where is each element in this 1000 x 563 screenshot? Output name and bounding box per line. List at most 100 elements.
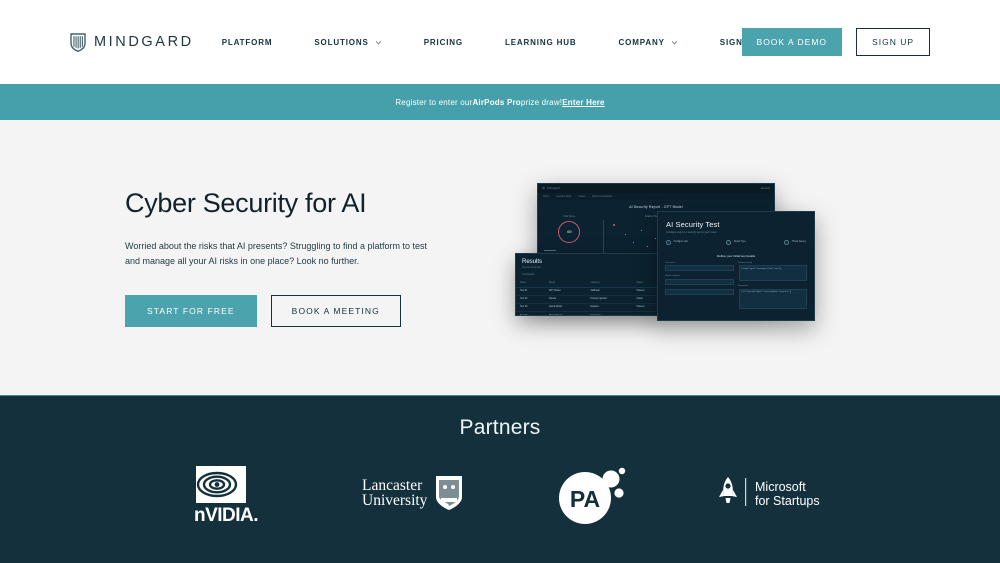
test-step-threat-survey[interactable]: Threat Survey <box>784 239 806 245</box>
nav-item-company-label: COMPANY <box>618 37 665 47</box>
test-panel-heading: AI Security Test <box>666 219 720 229</box>
table-row[interactable]: Test 03 Llama Model Evasion Passed <box>516 303 662 313</box>
nav-item-pricing-label: PRICING <box>423 37 463 47</box>
column-header-model: Model <box>544 279 587 288</box>
chevron-down-icon <box>671 40 678 44</box>
top-navigation-bar: MINDGARD PLATFORM SOLUTIONS PRICING LEAR… <box>0 0 1000 84</box>
step-label: Threat Survey <box>791 241 806 243</box>
results-panel: Results Test run summary Test Details Na… <box>515 252 663 316</box>
field-label-test-name: Test name <box>665 261 676 264</box>
partner-logo-nvidia: nVIDIA. <box>180 464 272 524</box>
nav-item-company[interactable]: COMPANY <box>619 38 678 47</box>
cell-name: Test 01 <box>516 287 545 296</box>
scatter-point <box>612 223 616 227</box>
test-name-input[interactable] <box>665 265 734 271</box>
table-row[interactable]: Test 01 GPT Model Jailbreak Passed <box>516 287 662 296</box>
nav-item-pricing[interactable]: PRICING <box>424 38 463 47</box>
dashboard-tab-assets[interactable]: Assets <box>578 195 585 198</box>
test-form-left-column: Test name Model endpoint <box>665 262 734 313</box>
scatter-point <box>646 245 649 248</box>
cell-category: Extraction <box>586 311 633 315</box>
field-label-response: Response <box>738 285 749 287</box>
results-table: Name Model Category Status Test 01 GPT M… <box>516 279 662 315</box>
partner-logo-pa-consulting: PA <box>556 462 626 526</box>
table-header-row: Name Model Category Status <box>516 279 662 288</box>
results-subheading: Test run summary <box>522 265 541 269</box>
hero-subtitle: Worried about the risks that AI presents… <box>125 241 427 267</box>
column-header-name: Name <box>516 279 545 288</box>
field-label-request-body: Request body <box>738 261 753 264</box>
pa-wordmark: PA <box>570 486 600 512</box>
scatter-point <box>624 233 627 236</box>
shield-icon <box>70 32 86 52</box>
ai-security-test-panel: AI Security Test Configure and run a sec… <box>657 210 815 321</box>
hero-title: Cyber Security for AI <box>125 188 367 219</box>
promo-banner: Register to enter our AirPods Pro prize … <box>0 84 1000 120</box>
microsoft-for-startups-logo-icon: Microsoft for Startups <box>719 477 820 508</box>
response-code: {"id":"chatcmpl","object":"chat.completi… <box>741 291 792 293</box>
partner-logo-microsoft-for-startups: Microsoft for Startups <box>716 474 820 514</box>
cell-name: Test 04 <box>516 311 545 315</box>
partner-logo-lancaster-university: Lancaster University <box>362 471 466 517</box>
request-body-code: {"model":"gpt-4","messages":[{"role":"us… <box>741 267 781 270</box>
chevron-down-icon <box>375 40 381 44</box>
cell-category: Jailbreak <box>586 287 633 296</box>
dashboard-tab-recommendations[interactable]: Recommendations <box>592 195 612 198</box>
promo-highlight: AirPods Pro <box>472 97 521 107</box>
nav-item-solutions-label: SOLUTIONS <box>314 37 369 47</box>
column-header-category: Category <box>586 279 633 288</box>
promo-enter-here-link[interactable]: Enter Here <box>562 98 604 107</box>
cell-category: Evasion <box>586 303 633 313</box>
brand-name: MINDGARD <box>93 34 194 50</box>
hero-section: Cyber Security for AI Worried about the … <box>0 120 1000 395</box>
extra-select-input[interactable] <box>665 288 734 295</box>
sign-up-button[interactable]: SIGN UP <box>856 28 931 56</box>
lancaster-university-logo-icon: Lancaster University <box>362 476 462 510</box>
dashboard-window-bar: Mindgard Account <box>538 183 774 193</box>
cell-model: GPT Model <box>544 287 587 296</box>
field-label-model-endpoint: Model endpoint <box>665 275 680 277</box>
dashboard-tabs: Home Security Tests Assets Recommendatio… <box>538 192 774 200</box>
step-label: Model Type <box>733 241 746 243</box>
window-dot-icon <box>542 186 545 190</box>
dashboard-account-label: Account <box>760 186 770 190</box>
test-steps: Configure test Model Type Threat Survey <box>658 239 814 251</box>
test-panel-subheading: Configure and run a security test on you… <box>666 230 717 234</box>
step-label: Configure test <box>673 241 688 243</box>
model-endpoint-input[interactable] <box>665 278 734 285</box>
scatter-point <box>640 229 643 232</box>
step-circle-icon <box>666 239 671 245</box>
cell-model: Claude <box>544 295 587 304</box>
nav-item-platform-label: PLATFORM <box>221 37 273 47</box>
dashboard-tab-home[interactable]: Home <box>543 195 549 198</box>
test-step-model-type[interactable]: Model Type <box>726 239 746 245</box>
dashboard-report-heading: AI Security Report - GPT Model <box>629 204 683 209</box>
partners-section: Partners nVIDIA. Lancaster University PA… <box>0 395 1000 563</box>
brand-logo[interactable]: MINDGARD <box>70 32 194 52</box>
nav-item-learning-hub[interactable]: LEARNING HUB <box>505 38 577 47</box>
partner-logos: nVIDIA. Lancaster University PA Microsof… <box>180 462 820 526</box>
cell-category: Prompt Injection <box>586 295 633 304</box>
microsoft-line1: Microsoft <box>755 480 806 494</box>
hero-cta-group: START FOR FREE BOOK A MEETING <box>125 294 445 327</box>
book-demo-button[interactable]: BOOK A DEMO <box>741 28 843 56</box>
test-step-configure[interactable]: Configure test <box>666 239 688 245</box>
rocket-icon <box>719 477 737 503</box>
logo-divider <box>745 478 747 506</box>
request-body-input[interactable]: {"model":"gpt-4","messages":[{"role":"us… <box>738 265 807 281</box>
nvidia-logo-icon: nVIDIA. <box>194 466 259 524</box>
cell-model: Llama Model <box>544 303 587 313</box>
table-row[interactable]: Test 04 Mistral Model Extraction Passed <box>516 311 662 315</box>
lancaster-crest-icon <box>436 476 462 510</box>
book-a-meeting-button[interactable]: BOOK A MEETING <box>270 294 401 327</box>
table-row[interactable]: Test 02 Claude Prompt Injection Failed <box>516 295 662 304</box>
nav-item-platform[interactable]: PLATFORM <box>222 38 273 47</box>
nav-item-solutions[interactable]: SOLUTIONS <box>314 38 381 47</box>
promo-text-before: Register to enter our <box>395 97 473 107</box>
response-input[interactable]: {"id":"chatcmpl","object":"chat.completi… <box>738 288 807 309</box>
dashboard-tab-security-tests[interactable]: Security Tests <box>556 195 571 198</box>
results-section-label: Test Details <box>522 272 535 276</box>
test-section-title: Define your initial test details <box>716 253 756 258</box>
start-for-free-button[interactable]: START FOR FREE <box>125 294 257 327</box>
risk-score-value: 69 <box>567 229 572 234</box>
